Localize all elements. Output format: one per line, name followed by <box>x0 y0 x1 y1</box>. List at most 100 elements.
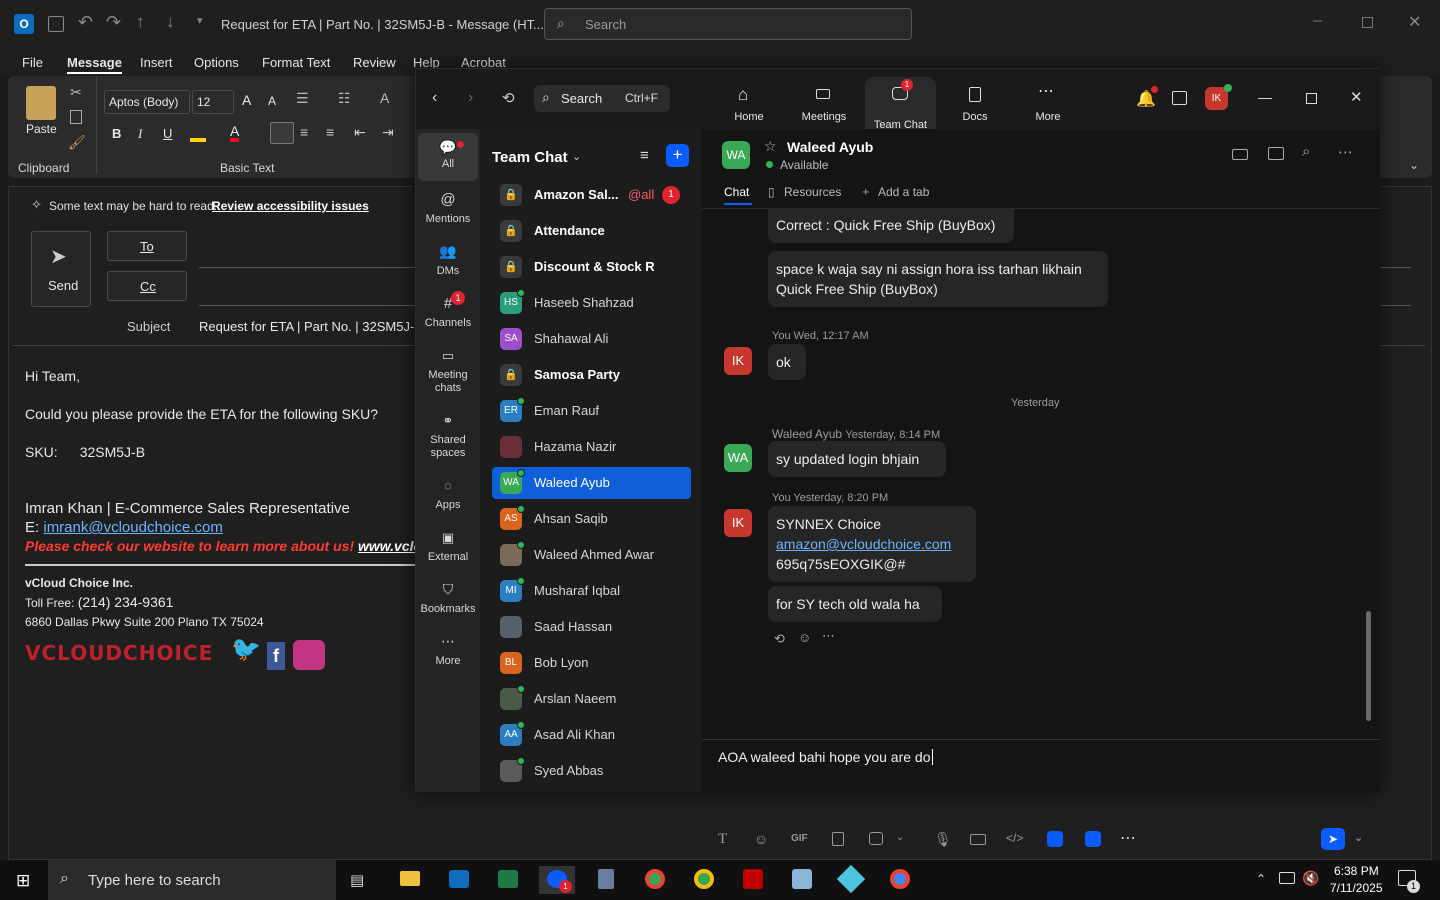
review-accessibility-link[interactable]: Review accessibility issues <box>212 199 369 213</box>
numbering-icon[interactable]: ☷ <box>338 90 351 107</box>
minimize-icon[interactable]: — <box>1258 89 1272 105</box>
message-bubble[interactable]: Correct : Quick Free Ship (BuyBox) <box>768 209 1014 243</box>
rail-mentions[interactable]: @ Mentions <box>418 192 478 226</box>
contact-avatar[interactable]: WA <box>722 141 750 169</box>
code-icon[interactable]: </> <box>1006 831 1023 845</box>
chat-list-item[interactable]: WA Waleed Ayub <box>492 467 691 499</box>
menu-file[interactable]: File <box>22 55 43 70</box>
more-icon[interactable]: ⋯ <box>1120 828 1136 848</box>
chat-list-item[interactable]: Syed Abbas <box>492 755 691 787</box>
highlight-icon[interactable] <box>190 126 206 142</box>
star-icon[interactable]: ☆ <box>764 138 777 155</box>
underline-button[interactable]: U <box>163 126 172 141</box>
close-icon[interactable]: ✕ <box>1408 12 1421 32</box>
message-bubble[interactable]: SYNNEX Choice amazon@vcloudchoice.com 69… <box>768 506 976 582</box>
tab-docs[interactable]: Docs <box>939 69 1011 129</box>
menu-message[interactable]: Message <box>67 55 122 74</box>
calculator-icon[interactable] <box>588 866 624 894</box>
chrome-icon[interactable] <box>637 866 673 894</box>
italic-button[interactable]: I <box>138 126 142 142</box>
paste-label[interactable]: Paste <box>26 122 57 136</box>
shrink-font-icon[interactable]: A <box>268 94 276 108</box>
back-icon[interactable]: ‹ <box>432 89 437 107</box>
save-icon[interactable] <box>48 16 64 32</box>
sender-avatar[interactable]: WA <box>724 444 752 472</box>
twitter-icon[interactable]: 🐦 <box>231 638 261 662</box>
font-family-select[interactable]: Aptos (Body) <box>104 90 190 114</box>
facebook-icon[interactable]: f <box>267 642 285 670</box>
microphone-icon[interactable]: 🎙 <box>934 831 952 848</box>
zoom-taskbar-icon[interactable]: 1 <box>539 866 575 894</box>
search-icon[interactable]: ⌕ <box>1302 143 1310 160</box>
format-text-icon[interactable]: T <box>718 831 727 848</box>
cut-icon[interactable]: ✂ <box>70 84 82 101</box>
outlook-search-box[interactable]: ⌕ Search <box>544 8 912 40</box>
rail-apps[interactable]: ◌ Apps <box>418 479 478 512</box>
restore-icon[interactable] <box>1362 17 1373 28</box>
new-chat-button[interactable]: + <box>666 144 689 167</box>
filter-icon[interactable]: ≡ <box>640 147 649 164</box>
rail-dms[interactable]: 👥 DMs <box>418 244 478 278</box>
font-color-icon[interactable]: A <box>230 124 240 142</box>
chat-list-item[interactable]: BL Bob Lyon <box>492 647 691 679</box>
rail-external[interactable]: ▣ External <box>418 531 478 564</box>
rail-bookmarks[interactable]: ⛉ Bookmarks <box>418 582 478 616</box>
chat-list-item[interactable]: MI Musharaf Iqbal <box>492 575 691 607</box>
chat-list-item[interactable]: Hazama Nazir <box>492 431 691 463</box>
vpn-app-icon[interactable] <box>833 864 869 894</box>
customize-qat-icon[interactable]: ▾ <box>197 14 203 27</box>
zoom-app-icon[interactable] <box>1047 831 1063 847</box>
chat-list-item[interactable]: HS Haseeb Shahzad <box>492 287 691 319</box>
taskbar-search[interactable]: ⌕ Type here to search <box>48 860 336 900</box>
send-message-button[interactable]: ➤ <box>1321 828 1345 850</box>
message-bubble[interactable]: for SY tech old wala ha <box>768 586 942 622</box>
website-link[interactable]: www.vclo <box>358 538 422 554</box>
copy-icon[interactable] <box>70 110 82 124</box>
volume-muted-icon[interactable]: 🔇 <box>1302 870 1319 887</box>
email-link[interactable]: amazon@vcloudchoice.com <box>776 534 968 554</box>
paste-icon[interactable] <box>26 86 56 120</box>
font-size-select[interactable]: 12 <box>192 90 234 114</box>
next-item-icon[interactable]: ↓ <box>166 12 175 32</box>
menu-options[interactable]: Options <box>194 55 239 70</box>
menu-review[interactable]: Review <box>353 55 396 70</box>
message-body[interactable]: Hi Team, Could you please provide the ET… <box>25 367 422 674</box>
minimize-icon[interactable]: – <box>1313 12 1322 30</box>
tab-team-chat[interactable]: 1 Team Chat <box>865 77 936 131</box>
video-message-icon[interactable] <box>970 834 986 845</box>
chat-list-item[interactable]: Arslan Naeem <box>492 683 691 715</box>
message-bubble[interactable]: space k waja say ni assign hora iss tarh… <box>768 251 1108 307</box>
windows-start-icon[interactable]: ⊞ <box>16 871 30 891</box>
undo-icon[interactable]: ↶ <box>78 12 93 33</box>
sender-avatar[interactable]: IK <box>724 347 752 375</box>
file-icon[interactable] <box>832 832 844 846</box>
chat-list-item[interactable]: 🔒 Samosa Party <box>492 359 691 391</box>
rail-shared-spaces[interactable]: ⚭ Shared spaces <box>418 414 478 460</box>
align-left-button[interactable] <box>270 122 294 144</box>
chat-list-item[interactable]: Waleed Ahmed Awan <box>492 539 691 571</box>
thread-scrollbar[interactable] <box>1366 611 1371 721</box>
cc-button[interactable]: Cc <box>107 271 187 301</box>
tab-chat[interactable]: Chat <box>724 185 749 199</box>
share-screen-icon[interactable] <box>1268 147 1284 160</box>
chevron-down-icon[interactable]: ⌄ <box>1354 831 1363 844</box>
align-center-icon[interactable]: ≡ <box>300 124 308 140</box>
excel-icon[interactable] <box>490 866 526 894</box>
close-icon[interactable]: ✕ <box>1350 88 1363 106</box>
previous-item-icon[interactable]: ↑ <box>136 12 145 32</box>
chat-list-item[interactable]: 🔒 Amazon Sal... @all 1 <box>492 179 691 211</box>
clock-time[interactable]: 6:38 PM <box>1334 864 1379 878</box>
chat-list-item[interactable]: SA Shahawal Ali <box>492 323 691 355</box>
chevron-down-icon[interactable]: ⌄ <box>572 150 581 163</box>
show-hidden-icons[interactable]: ⌃ <box>1256 872 1266 886</box>
file-explorer-icon[interactable] <box>392 866 428 894</box>
emoji-reaction-icon[interactable]: ☺ <box>798 630 811 645</box>
filezilla-icon[interactable] <box>735 866 771 894</box>
maximize-icon[interactable] <box>1306 93 1317 104</box>
tab-resources[interactable]: Resources <box>784 185 841 199</box>
notes-app-icon[interactable] <box>784 866 820 894</box>
chat-list-title[interactable]: Team Chat <box>492 149 568 166</box>
chat-list-item[interactable]: 🔒 Attendance <box>492 215 691 247</box>
network-icon[interactable] <box>1279 872 1295 884</box>
format-painter-icon[interactable]: 🖌 <box>68 134 86 151</box>
